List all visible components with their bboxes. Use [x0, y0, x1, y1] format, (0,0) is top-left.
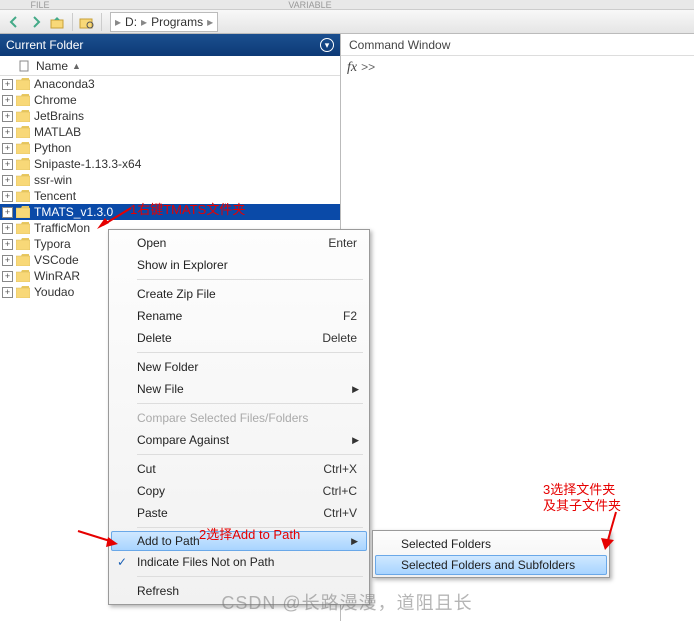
folder-label: JetBrains	[34, 109, 84, 123]
expander-icon[interactable]: +	[2, 175, 13, 186]
command-window-title: Command Window	[341, 34, 694, 56]
toolbar: ▸ D: ▸ Programs ▸	[0, 10, 694, 34]
toolbar-separator	[72, 13, 73, 31]
expander-icon[interactable]: +	[2, 79, 13, 90]
folder-row-tmats_v1[interactable]: + TMATS_v1.3.0	[0, 204, 340, 220]
column-label: Name	[36, 59, 68, 73]
back-button[interactable]	[4, 12, 24, 32]
ctx-copy[interactable]: CopyCtrl+C	[111, 480, 367, 502]
address-breadcrumb[interactable]: ▸ D: ▸ Programs ▸	[110, 12, 218, 32]
tab-file[interactable]: FILE	[0, 0, 80, 9]
expander-icon[interactable]: +	[2, 95, 13, 106]
ctx-compare-selected: Compare Selected Files/Folders	[111, 407, 367, 429]
expander-icon[interactable]: +	[2, 207, 13, 218]
context-submenu-add-to-path: Selected Folders Selected Folders and Su…	[372, 530, 610, 578]
toolbar-separator	[101, 13, 102, 31]
panel-title-bar: Current Folder ▾	[0, 34, 340, 56]
folder-label: Tencent	[34, 189, 76, 203]
folder-label: Chrome	[34, 93, 77, 107]
command-prompt: >>	[361, 60, 375, 74]
ctx-separator	[137, 352, 363, 353]
ctx-separator	[137, 279, 363, 280]
fx-icon[interactable]: fx	[347, 60, 357, 76]
expander-icon[interactable]: +	[2, 255, 13, 266]
forward-button[interactable]	[26, 12, 46, 32]
folder-row-tencent[interactable]: + Tencent	[0, 188, 340, 204]
file-icon	[18, 60, 30, 72]
folder-row-matlab[interactable]: + MATLAB	[0, 124, 340, 140]
ctx-compare-against[interactable]: Compare Against▶	[111, 429, 367, 451]
folder-row-anaconda3[interactable]: + Anaconda3	[0, 76, 340, 92]
folder-label: Anaconda3	[34, 77, 95, 91]
folder-row-chrome[interactable]: + Chrome	[0, 92, 340, 108]
ctx-refresh[interactable]: Refresh	[111, 580, 367, 602]
sort-ascending-icon: ▲	[72, 61, 81, 71]
folder-label: TMATS_v1	[34, 205, 93, 219]
command-window-body[interactable]: fx >>	[341, 56, 694, 80]
ctx-open[interactable]: OpenEnter	[111, 232, 367, 254]
ctx-separator	[137, 527, 363, 528]
breadcrumb-sep-icon: ▸	[115, 15, 121, 29]
ctx-show-in-explorer[interactable]: Show in Explorer	[111, 254, 367, 276]
up-folder-button[interactable]	[48, 12, 68, 32]
expander-icon[interactable]: +	[2, 271, 13, 282]
submenu-arrow-icon: ▶	[351, 536, 358, 547]
folder-row-ssr-win[interactable]: + ssr-win	[0, 172, 340, 188]
ctx-create-zip[interactable]: Create Zip File	[111, 283, 367, 305]
ctx-separator	[137, 576, 363, 577]
submenu-arrow-icon: ▶	[352, 384, 359, 395]
expander-icon[interactable]: +	[2, 111, 13, 122]
folder-label: VSCode	[34, 253, 79, 267]
folder-label-tail: .3.0	[93, 205, 113, 219]
context-menu: OpenEnter Show in Explorer Create Zip Fi…	[108, 229, 370, 605]
folder-label: Youdao	[34, 285, 74, 299]
folder-label: Typora	[34, 237, 71, 251]
folder-label: Python	[34, 141, 71, 155]
tab-variable[interactable]: VARIABLE	[270, 0, 350, 9]
folder-label: ssr-win	[34, 173, 72, 187]
ctx-selected-folders[interactable]: Selected Folders	[375, 533, 607, 555]
ctx-rename[interactable]: RenameF2	[111, 305, 367, 327]
expander-icon[interactable]: +	[2, 127, 13, 138]
breadcrumb-folder[interactable]: Programs	[149, 15, 205, 29]
breadcrumb-sep-icon: ▸	[141, 15, 147, 29]
ctx-selected-folders-and-subfolders[interactable]: Selected Folders and Subfolders	[375, 555, 607, 575]
expander-icon[interactable]: +	[2, 143, 13, 154]
expander-icon[interactable]: +	[2, 223, 13, 234]
expander-icon[interactable]: +	[2, 239, 13, 250]
folder-row-snipaste-1.13.3-x64[interactable]: + Snipaste-1.13.3-x64	[0, 156, 340, 172]
folder-label: TrafficMon	[34, 221, 90, 235]
ctx-cut[interactable]: CutCtrl+X	[111, 458, 367, 480]
ctx-delete[interactable]: DeleteDelete	[111, 327, 367, 349]
column-header-name[interactable]: Name ▲	[0, 56, 340, 76]
submenu-arrow-icon: ▶	[352, 435, 359, 446]
ctx-new-folder[interactable]: New Folder	[111, 356, 367, 378]
ribbon-tabs: FILE VARIABLE	[0, 0, 694, 10]
checkmark-icon: ✓	[117, 555, 127, 569]
ctx-add-to-path[interactable]: Add to Path▶	[111, 531, 367, 551]
expander-icon[interactable]: +	[2, 159, 13, 170]
folder-row-jetbrains[interactable]: + JetBrains	[0, 108, 340, 124]
ctx-indicate-not-on-path[interactable]: ✓Indicate Files Not on Path	[111, 551, 367, 573]
expander-icon[interactable]: +	[2, 287, 13, 298]
ctx-new-file[interactable]: New File▶	[111, 378, 367, 400]
panel-menu-icon[interactable]: ▾	[320, 38, 334, 52]
expander-icon[interactable]: +	[2, 191, 13, 202]
folder-label: Snipaste-1.13.3-x64	[34, 157, 141, 171]
panel-title-text: Current Folder	[6, 38, 83, 52]
folder-label: WinRAR	[34, 269, 80, 283]
folder-label: MATLAB	[34, 125, 81, 139]
breadcrumb-sep-icon: ▸	[207, 15, 213, 29]
browse-folder-button[interactable]	[77, 12, 97, 32]
folder-row-python[interactable]: + Python	[0, 140, 340, 156]
ctx-separator	[137, 403, 363, 404]
ctx-separator	[137, 454, 363, 455]
ctx-paste[interactable]: PasteCtrl+V	[111, 502, 367, 524]
breadcrumb-drive[interactable]: D:	[123, 15, 139, 29]
